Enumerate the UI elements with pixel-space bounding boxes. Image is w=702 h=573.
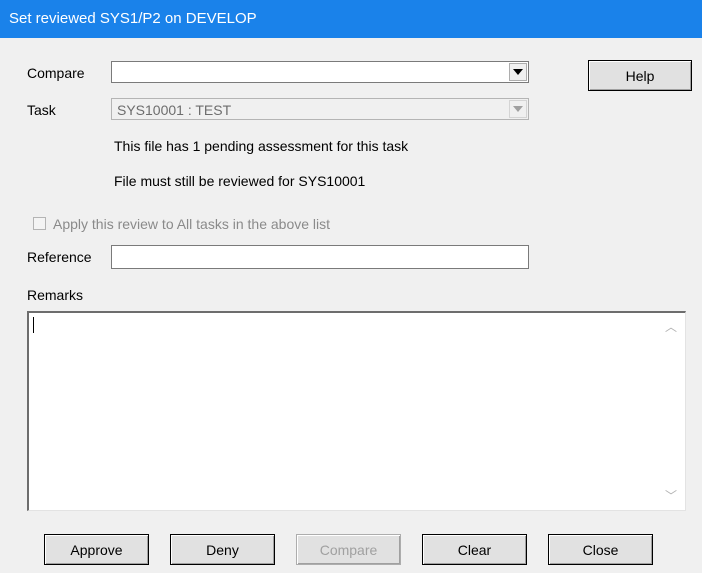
scroll-down-icon[interactable]: ﹀ bbox=[665, 490, 677, 502]
compare-button[interactable]: Compare bbox=[296, 534, 401, 565]
help-button[interactable]: Help bbox=[588, 60, 692, 91]
clear-button[interactable]: Clear bbox=[422, 534, 527, 565]
approve-button[interactable]: Approve bbox=[44, 534, 149, 565]
apply-all-label: Apply this review to All tasks in the ab… bbox=[53, 216, 331, 232]
remarks-textarea[interactable]: ︿ ﹀ bbox=[27, 311, 686, 511]
task-dropdown-arrow[interactable] bbox=[509, 100, 527, 118]
reference-label: Reference bbox=[27, 249, 92, 265]
compare-label: Compare bbox=[27, 65, 85, 81]
window-title-bar[interactable]: Set reviewed SYS1/P2 on DEVELOP bbox=[0, 0, 702, 38]
deny-button[interactable]: Deny bbox=[170, 534, 275, 565]
task-dropdown[interactable]: SYS10001 : TEST bbox=[111, 98, 529, 120]
compare-dropdown-arrow[interactable] bbox=[509, 63, 527, 81]
reference-input[interactable] bbox=[111, 245, 529, 269]
text-caret bbox=[33, 317, 34, 333]
scroll-up-icon[interactable]: ︿ bbox=[665, 321, 677, 333]
task-value: SYS10001 : TEST bbox=[117, 102, 232, 118]
task-label: Task bbox=[27, 102, 56, 118]
chevron-down-icon bbox=[513, 106, 523, 112]
review-required-text: File must still be reviewed for SYS10001 bbox=[114, 173, 366, 189]
apply-all-checkbox[interactable] bbox=[33, 217, 46, 230]
pending-assessment-text: This file has 1 pending assessment for t… bbox=[114, 138, 409, 154]
close-button[interactable]: Close bbox=[548, 534, 653, 565]
chevron-down-icon bbox=[513, 69, 523, 75]
compare-dropdown[interactable] bbox=[111, 61, 529, 83]
window-title: Set reviewed SYS1/P2 on DEVELOP bbox=[9, 10, 257, 27]
remarks-label: Remarks bbox=[27, 287, 84, 303]
